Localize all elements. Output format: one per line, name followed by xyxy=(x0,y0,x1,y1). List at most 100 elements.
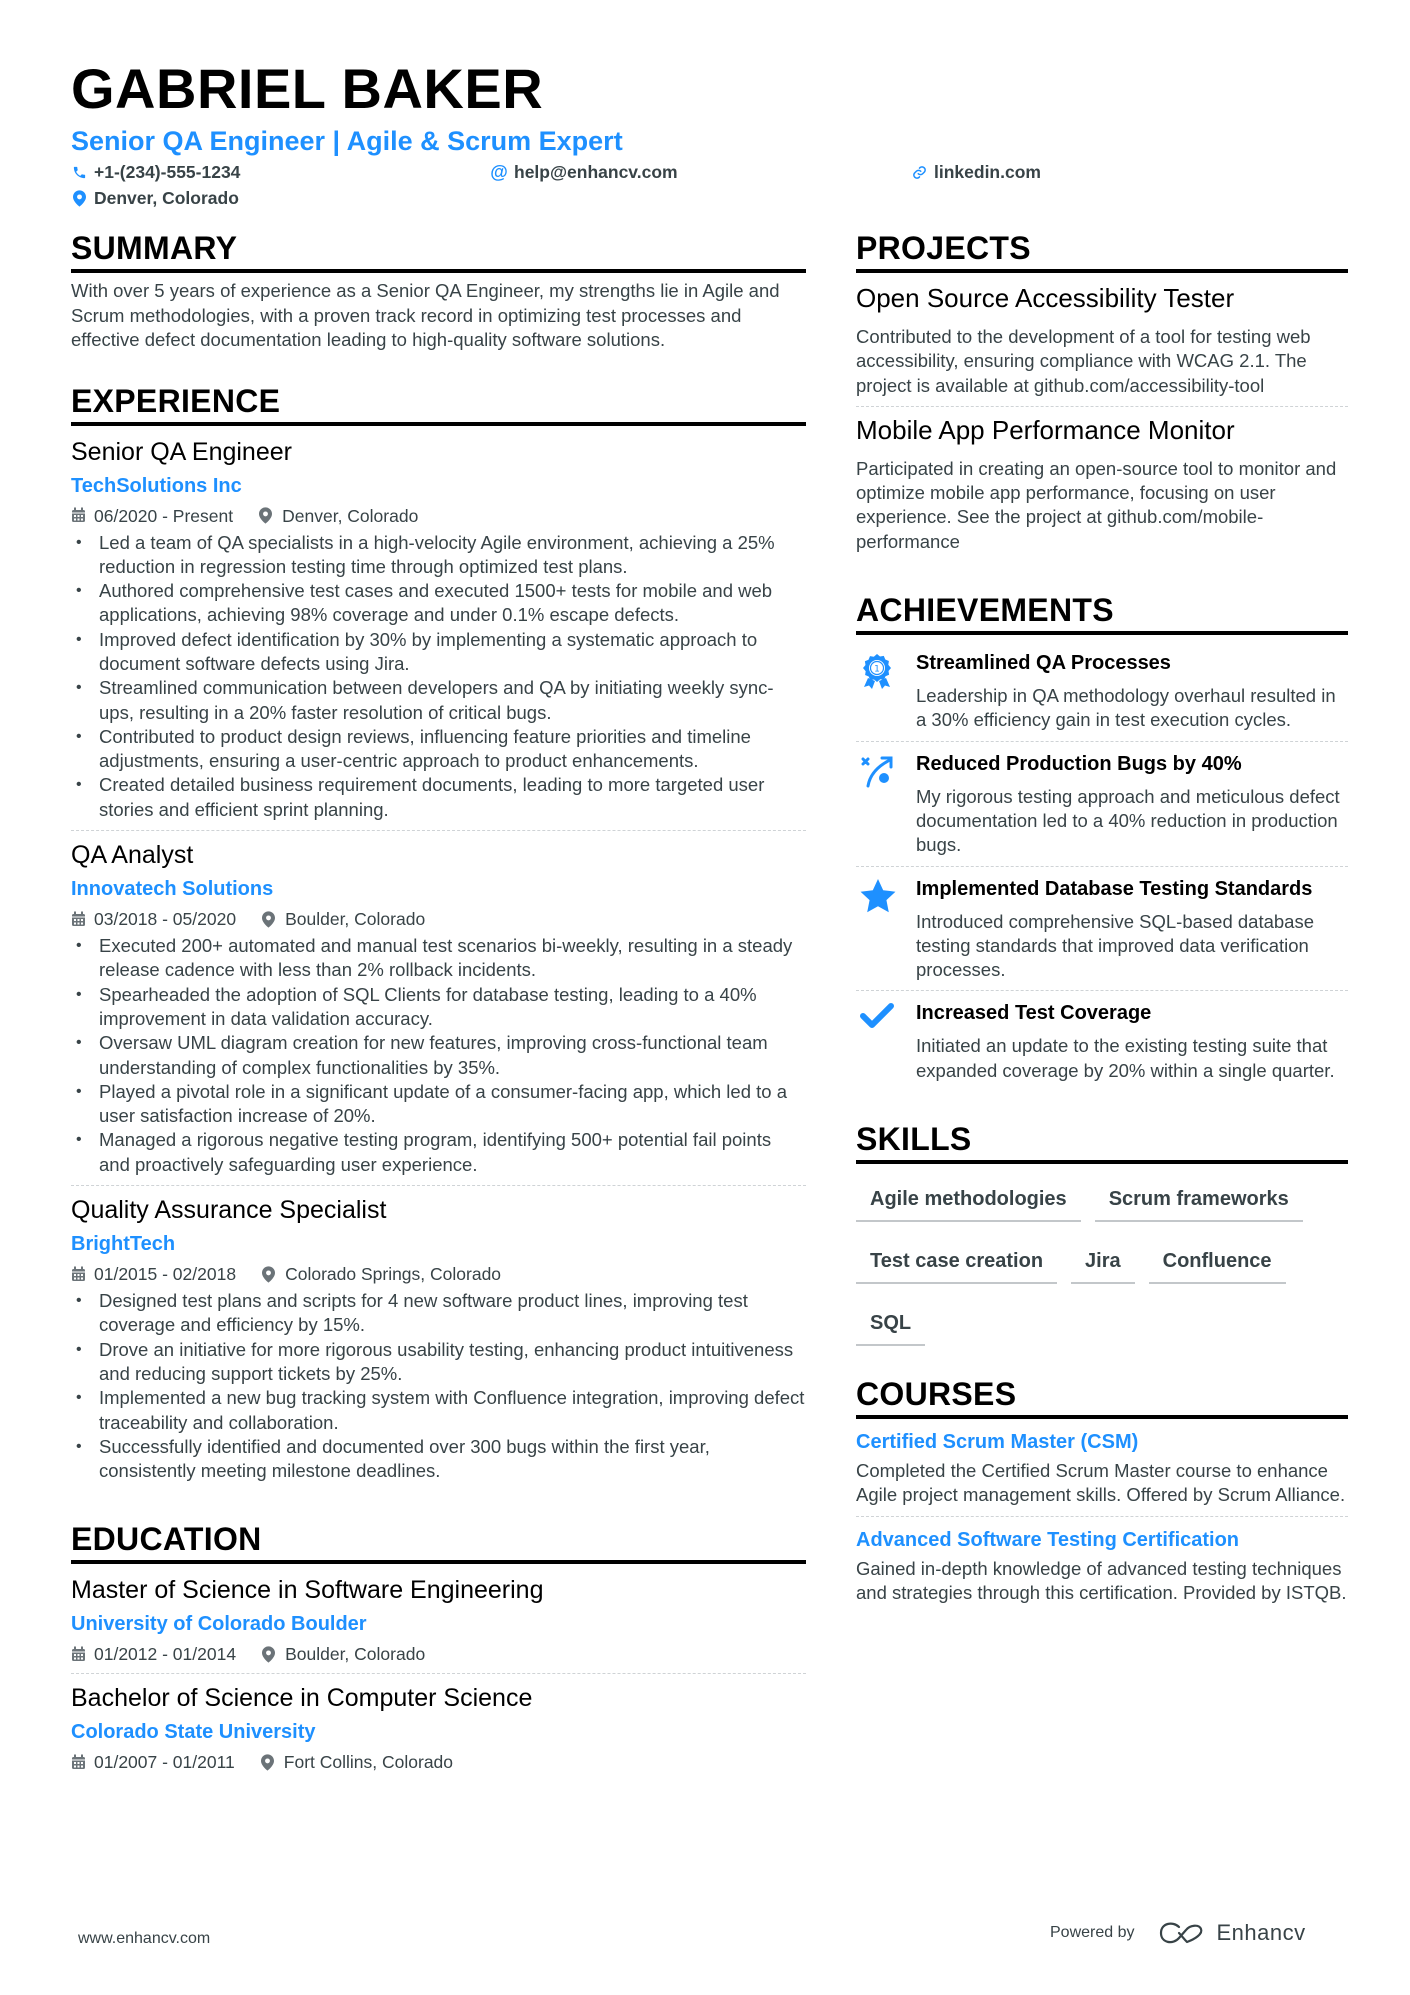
date-text: 01/2015 - 02/2018 xyxy=(94,1264,237,1285)
entry-meta: 03/2018 - 05/2020 Boulder, Colorado xyxy=(71,908,806,930)
achievement-title: Reduced Production Bugs by 40% xyxy=(916,752,1242,775)
education-entry: Bachelor of Science in Computer Science C… xyxy=(71,1673,806,1781)
entry-meta: 01/2015 - 02/2018 Colorado Springs, Color… xyxy=(71,1263,806,1285)
bullet-item: Improved defect identification by 30% by… xyxy=(71,628,806,677)
projects-section: PROJECTS Open Source Accessibility Teste… xyxy=(856,228,1348,562)
date-range: 01/2012 - 01/2014 xyxy=(71,1643,236,1665)
link-text: linkedin.com xyxy=(934,162,1041,182)
location-text: Boulder, Colorado xyxy=(285,909,426,930)
skill-tag: Scrum frameworks xyxy=(1094,1180,1303,1223)
course-title[interactable]: Certified Scrum Master (CSM) xyxy=(856,1429,1348,1455)
skills-section: SKILLS Agile methodologies Scrum framewor… xyxy=(856,1119,1348,1347)
link-icon xyxy=(911,165,927,181)
date-range: 01/2015 - 02/2018 xyxy=(71,1263,236,1285)
achievement-title: Streamlined QA Processes xyxy=(916,652,1171,675)
job-title: Quality Assurance Specialist xyxy=(71,1196,387,1225)
skill-tag: Agile methodologies xyxy=(856,1180,1081,1223)
skill-tag: SQL xyxy=(856,1304,926,1347)
entry-meta: 01/2007 - 01/2011 Fort Collins, Colorado xyxy=(71,1751,806,1773)
entry-location: Colorado Springs, Colorado xyxy=(262,1263,501,1285)
school-name[interactable]: University of Colorado Boulder xyxy=(71,1611,806,1637)
skill-tag: Test case creation xyxy=(856,1242,1058,1285)
bullet-item: Executed 200+ automated and manual test … xyxy=(71,934,806,983)
company-name[interactable]: TechSolutions Inc xyxy=(71,473,806,499)
email-text: help@enhancv.com xyxy=(514,162,678,182)
achievement-body: Implemented Database Testing Standards In… xyxy=(916,877,1348,983)
bullet-item: Implemented a new bug tracking system wi… xyxy=(71,1386,806,1435)
resume-page: GABRIEL BAKER Senior QA Engineer | Agile… xyxy=(0,0,1410,1995)
skills-heading: SKILLS xyxy=(856,1119,1348,1165)
experience-heading: EXPERIENCE xyxy=(71,381,806,426)
achievements-heading: ACHIEVEMENTS xyxy=(856,590,1348,636)
award-ribbon-icon: 1 xyxy=(856,651,916,733)
achievements-section: ACHIEVEMENTS 1 Streamlined QA Processes Le… xyxy=(856,590,1348,1091)
bullet-item: Drove an initiative for more rigorous us… xyxy=(71,1338,806,1387)
location-pin-icon xyxy=(260,1754,276,1771)
achievement-description: Introduced comprehensive SQL-based datab… xyxy=(916,910,1315,981)
achievement-bullets: Led a team of QA specialists in a high-v… xyxy=(71,531,806,823)
achievement-bullets: Executed 200+ automated and manual test … xyxy=(71,934,806,1177)
location-pin-icon xyxy=(71,190,87,207)
summary-text: With over 5 years of experience as a Sen… xyxy=(71,280,780,350)
projects-list: Open Source Accessibility Tester Contribu… xyxy=(856,279,1348,562)
skills-list: Agile methodologies Scrum frameworks Test … xyxy=(856,1170,1348,1347)
date-text: 01/2012 - 01/2014 xyxy=(94,1644,237,1665)
date-text: 06/2020 - Present xyxy=(94,505,234,526)
school-name[interactable]: Colorado State University xyxy=(71,1719,806,1745)
experience-list: Senior QA Engineer TechSolutions Inc 06/20… xyxy=(71,432,806,1492)
phone-text: +1-(234)-555-1234 xyxy=(94,162,241,182)
bullet-item: Designed test plans and scripts for 4 ne… xyxy=(71,1289,806,1338)
company-name[interactable]: Innovatech Solutions xyxy=(71,876,806,902)
bullet-item: Spearheaded the adoption of SQL Clients … xyxy=(71,983,806,1032)
contact-location: Denver, Colorado xyxy=(71,188,239,209)
experience-section: EXPERIENCE Senior QA Engineer TechSolutio… xyxy=(71,381,806,1492)
calendar-icon xyxy=(71,1754,86,1771)
calendar-icon xyxy=(71,1266,86,1283)
projects-heading: PROJECTS xyxy=(856,228,1348,273)
achievement-entry: Reduced Production Bugs by 40% My rigorou… xyxy=(856,740,1348,866)
svg-text:1: 1 xyxy=(874,665,880,675)
right-column: PROJECTS Open Source Accessibility Teste… xyxy=(856,228,1348,1641)
location-text: Colorado Springs, Colorado xyxy=(285,1264,502,1285)
candidate-name: GABRIEL BAKER xyxy=(71,57,544,120)
achievement-body: Increased Test Coverage Initiated an upda… xyxy=(916,1001,1348,1083)
experience-entry: QA Analyst Innovatech Solutions 03/2018 - … xyxy=(71,830,806,1185)
contact-phone[interactable]: +1-(234)-555-1234 xyxy=(71,162,240,183)
job-title: QA Analyst xyxy=(71,841,194,870)
course-entry: Certified Scrum Master (CSM) Completed th… xyxy=(856,1425,1348,1516)
skill-tag: Jira xyxy=(1071,1242,1135,1285)
achievement-description: My rigorous testing approach and meticul… xyxy=(916,785,1340,856)
education-entry: Master of Science in Software Engineerin… xyxy=(71,1570,806,1673)
phone-icon xyxy=(71,165,87,181)
achievement-bullets: Designed test plans and scripts for 4 ne… xyxy=(71,1289,806,1483)
bullet-item: Managed a rigorous negative testing prog… xyxy=(71,1128,806,1177)
date-text: 01/2007 - 01/2011 xyxy=(94,1752,235,1773)
project-title: Mobile App Performance Monitor xyxy=(856,414,1235,445)
footer-branding: Powered by Enhancv xyxy=(1050,1920,1306,1946)
location-text: Boulder, Colorado xyxy=(285,1644,426,1665)
job-title: Senior QA Engineer xyxy=(71,437,292,466)
enhancv-logo-icon xyxy=(1159,1922,1202,1944)
brand-name: Enhancv xyxy=(1216,1920,1306,1945)
contact-email[interactable]: @ help@enhancv.com xyxy=(490,162,678,183)
achievements-list: 1 Streamlined QA Processes Leadership in Q… xyxy=(856,641,1348,1091)
achievement-title: Implemented Database Testing Standards xyxy=(916,877,1313,900)
education-section: EDUCATION Master of Science in Software … xyxy=(71,1519,806,1781)
location-text: Denver, Colorado xyxy=(94,188,239,208)
bullet-item: Successfully identified and documented o… xyxy=(71,1435,806,1484)
contact-linkedin[interactable]: linkedin.com xyxy=(911,162,1041,183)
star-icon xyxy=(856,877,916,983)
candidate-headline: Senior QA Engineer | Agile & Scrum Exper… xyxy=(71,126,623,156)
courses-section: COURSES Certified Scrum Master (CSM) Comp… xyxy=(856,1374,1348,1613)
location-pin-icon xyxy=(262,1265,277,1283)
checkmark-icon xyxy=(856,1001,916,1083)
enhancv-logo[interactable]: Enhancv xyxy=(1159,1920,1306,1946)
bullet-item: Led a team of QA specialists in a high-v… xyxy=(71,531,806,580)
courses-list: Certified Scrum Master (CSM) Completed th… xyxy=(856,1425,1348,1613)
footer-website[interactable]: www.enhancv.com xyxy=(78,1930,210,1948)
company-name[interactable]: BrightTech xyxy=(71,1231,806,1257)
resume-header: GABRIEL BAKER Senior QA Engineer | Agile… xyxy=(71,56,1351,218)
date-range: 01/2007 - 01/2011 xyxy=(71,1751,235,1773)
calendar-icon xyxy=(71,1646,86,1663)
course-title[interactable]: Advanced Software Testing Certification xyxy=(856,1527,1348,1553)
